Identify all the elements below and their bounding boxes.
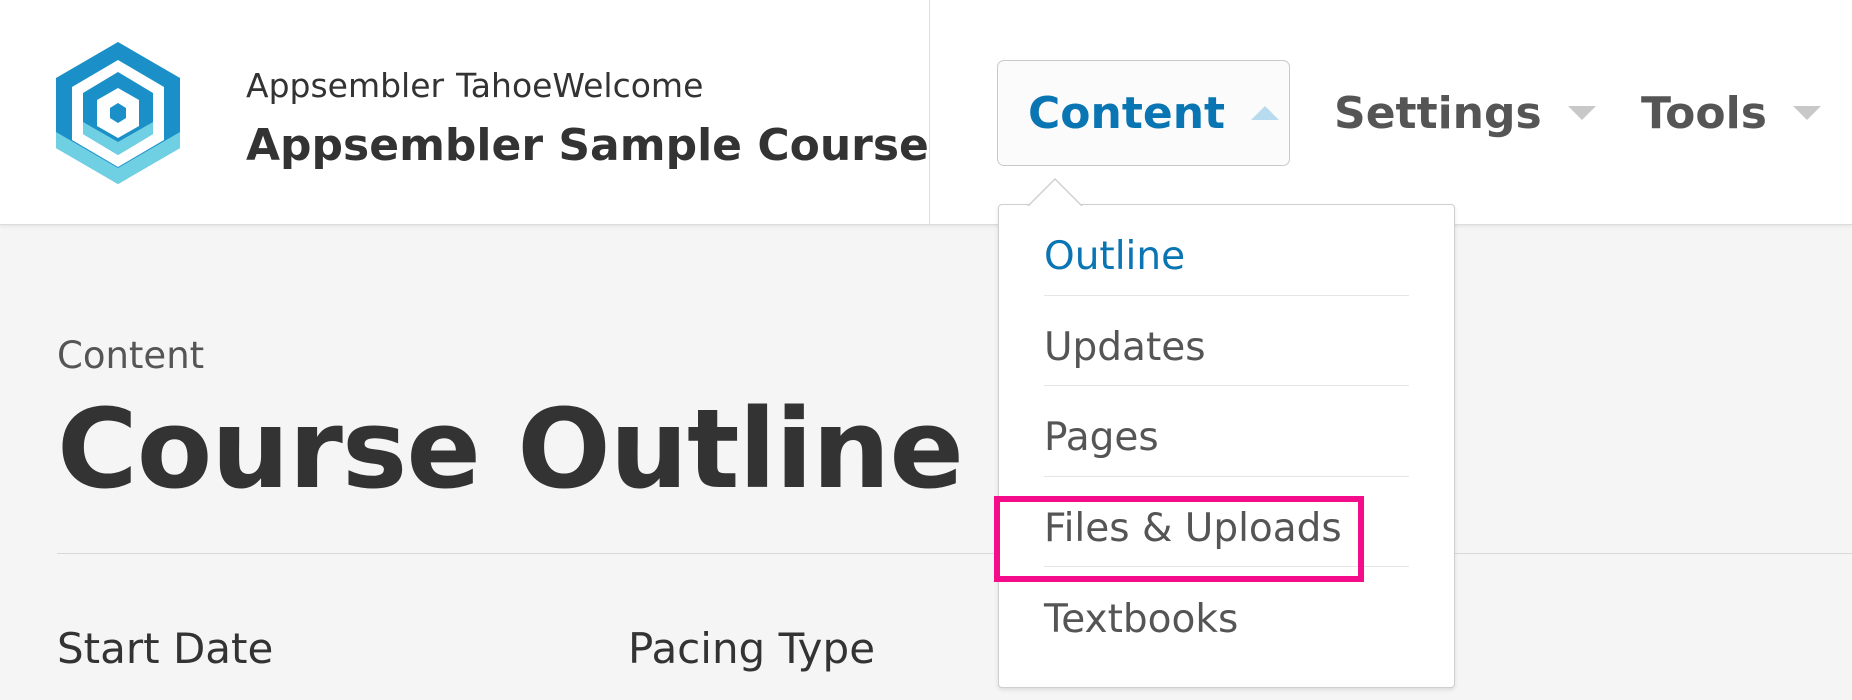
- start-date-label: Start Date: [57, 624, 274, 673]
- appsembler-logo-icon[interactable]: [56, 42, 180, 184]
- content-menu-list: Outline Updates Pages Files & Uploads Te…: [1044, 205, 1409, 658]
- title-divider: [57, 553, 1852, 554]
- header-divider: [929, 0, 930, 224]
- nav-content-button[interactable]: Content: [997, 60, 1290, 166]
- menu-item-outline[interactable]: Outline: [1044, 205, 1409, 296]
- chevron-down-icon: [1567, 106, 1596, 120]
- content-dropdown-menu: Outline Updates Pages Files & Uploads Te…: [998, 204, 1455, 688]
- org-welcome: TahoeWelcome: [456, 66, 704, 105]
- org-name: Appsembler: [246, 66, 445, 105]
- nav-tools-label: Tools: [1641, 87, 1767, 139]
- nav-content-label: Content: [1028, 87, 1226, 139]
- course-title[interactable]: Appsembler Sample Course: [246, 120, 929, 171]
- nav-settings-button[interactable]: Settings: [1334, 60, 1596, 166]
- nav-settings-label: Settings: [1334, 87, 1542, 139]
- menu-item-updates[interactable]: Updates: [1044, 296, 1409, 386]
- nav-tools-button[interactable]: Tools: [1641, 60, 1821, 166]
- highlight-box: [994, 496, 1364, 582]
- section-label: Content: [57, 334, 205, 377]
- chevron-up-icon: [1251, 106, 1280, 120]
- page-title: Course Outline: [57, 385, 964, 513]
- course-header: Appsembler TahoeWelcome Appsembler Sample…: [0, 0, 1852, 225]
- course-org-line: Appsembler TahoeWelcome: [246, 66, 703, 105]
- pacing-type-label: Pacing Type: [628, 624, 876, 673]
- dropdown-pointer-fill: [1028, 180, 1082, 207]
- menu-item-pages[interactable]: Pages: [1044, 386, 1409, 477]
- chevron-down-icon: [1792, 106, 1821, 120]
